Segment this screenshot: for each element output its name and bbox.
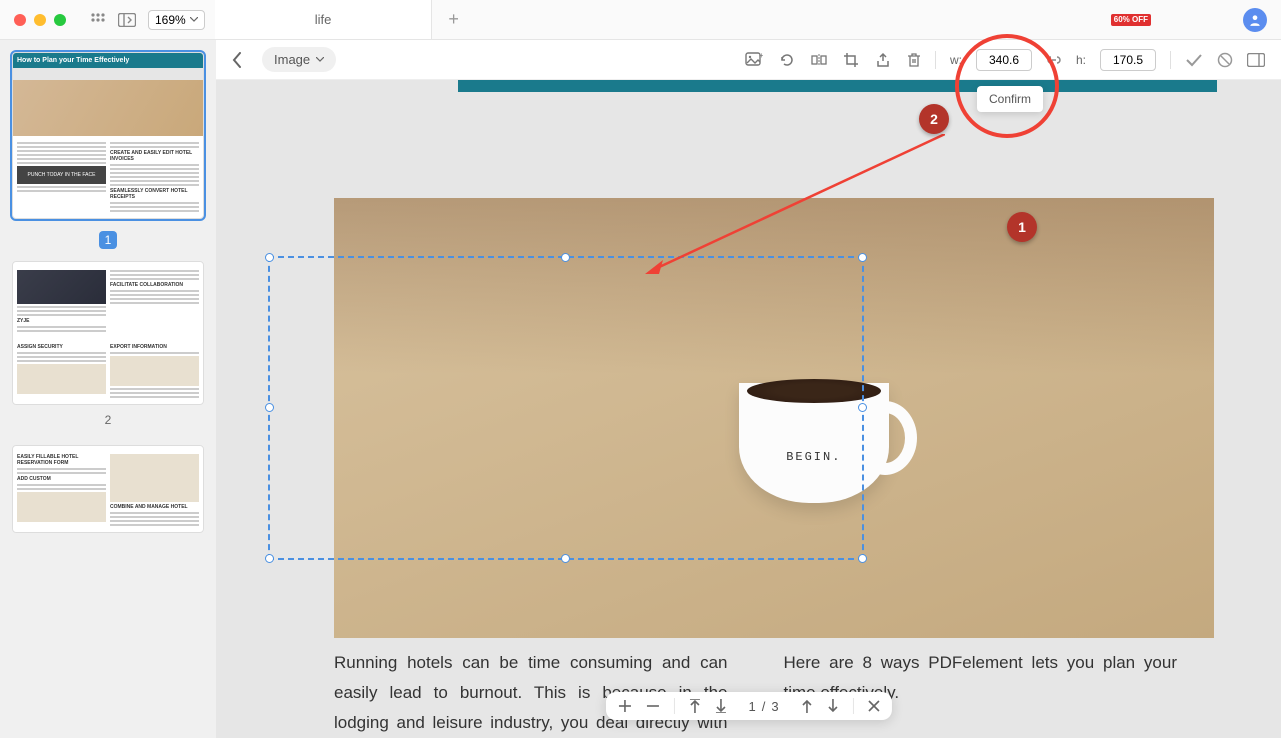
- grid-icon[interactable]: [90, 12, 106, 28]
- confirm-button[interactable]: [1185, 53, 1203, 67]
- last-page-icon[interactable]: [714, 699, 726, 713]
- window-close[interactable]: [14, 14, 26, 26]
- resize-handle-lm[interactable]: [265, 403, 274, 412]
- current-page: 1: [748, 699, 755, 714]
- object-type-dropdown[interactable]: Image: [262, 47, 336, 72]
- prev-page-icon[interactable]: [801, 699, 813, 713]
- replace-image-icon[interactable]: +: [745, 51, 763, 69]
- delete-icon[interactable]: [907, 52, 921, 68]
- page-nav-bar: 1 / 3: [605, 692, 891, 720]
- total-pages: 3: [771, 699, 778, 714]
- export-icon[interactable]: [875, 52, 891, 68]
- thumb1-header: How to Plan your Time Effectively: [13, 53, 203, 68]
- right-panel-icon[interactable]: [1247, 53, 1265, 67]
- promo-badge[interactable]: 60% OFF: [1111, 14, 1151, 26]
- resize-handle-tl[interactable]: [265, 253, 274, 262]
- thumb-number-2: 2: [12, 413, 204, 427]
- image-edit-toolbar: Image +: [216, 40, 1281, 80]
- zoom-select[interactable]: 169%: [148, 10, 205, 30]
- selected-image[interactable]: BEGIN.: [334, 198, 1214, 638]
- annotation-badge-2: 2: [919, 104, 949, 134]
- zoom-out-icon[interactable]: [645, 699, 659, 713]
- zoom-value: 169%: [155, 13, 186, 27]
- document-page: BEGIN. Running hotels can be time consum…: [274, 108, 1217, 738]
- page-thumbnail-1[interactable]: How to Plan your Time Effectively PUNCH …: [12, 52, 204, 219]
- page-thumbnail-2[interactable]: ZYJE FACILITATE COLLABORATION ASSIGN SEC…: [12, 261, 204, 405]
- resize-handle-bl[interactable]: [265, 554, 274, 563]
- link-dimensions-icon[interactable]: [1046, 54, 1062, 66]
- page-header-strip: [458, 80, 1217, 92]
- svg-text:+: +: [759, 51, 763, 60]
- close-bar-icon[interactable]: [868, 700, 880, 712]
- first-page-icon[interactable]: [688, 699, 700, 713]
- thumbnail-sidebar: How to Plan your Time Effectively PUNCH …: [0, 40, 216, 738]
- window-minimize[interactable]: [34, 14, 46, 26]
- flip-icon[interactable]: [811, 52, 827, 68]
- window-maximize[interactable]: [54, 14, 66, 26]
- cancel-button[interactable]: [1217, 52, 1233, 68]
- thumb-number-1: 1: [99, 231, 117, 249]
- new-tab-button[interactable]: +: [432, 9, 475, 30]
- width-label: w:: [950, 53, 962, 67]
- next-page-icon[interactable]: [827, 699, 839, 713]
- tab-title: life: [315, 12, 332, 27]
- user-avatar[interactable]: [1243, 8, 1267, 32]
- sidebar-toggle-icon[interactable]: [118, 13, 136, 27]
- section-heading: CREATE AND EASILY EDIT HOTEL INVOICES: [784, 724, 1178, 738]
- height-input[interactable]: [1100, 49, 1156, 71]
- back-button[interactable]: [232, 52, 248, 68]
- cup-caption: BEGIN.: [786, 450, 841, 464]
- height-label: h:: [1076, 53, 1086, 67]
- document-tab[interactable]: life: [215, 0, 433, 39]
- rotate-icon[interactable]: [779, 52, 795, 68]
- crop-icon[interactable]: [843, 52, 859, 68]
- page-thumbnail-3[interactable]: EASILY FILLABLE HOTEL RESERVATION FORM A…: [12, 445, 204, 533]
- annotation-badge-1: 1: [1007, 212, 1037, 242]
- confirm-tooltip: Confirm: [977, 86, 1043, 112]
- document-canvas[interactable]: BEGIN. Running hotels can be time consum…: [216, 80, 1281, 738]
- zoom-in-icon[interactable]: [617, 699, 631, 713]
- width-input[interactable]: [976, 49, 1032, 71]
